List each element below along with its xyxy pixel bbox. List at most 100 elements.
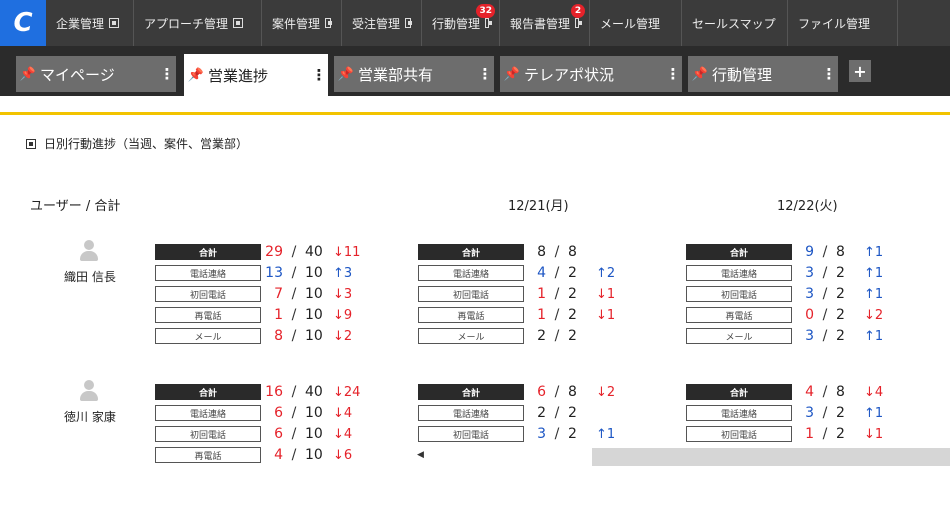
metric-label-chip[interactable]: 初回電話 — [155, 286, 261, 302]
metric-value: 29 — [265, 244, 283, 260]
metric-label-chip[interactable]: 合計 — [686, 244, 792, 260]
metric-diff-value: 11 — [343, 244, 361, 260]
user-name: 徳川 家康 — [64, 410, 116, 424]
arrow-up-icon: ↑ — [864, 244, 875, 260]
user-avatar-icon — [80, 240, 98, 262]
metric-separator: / — [291, 426, 297, 442]
metric-label-chip[interactable]: 電話連絡 — [418, 265, 524, 281]
metric-label-chip[interactable]: 電話連絡 — [686, 405, 792, 421]
metric-label-chip[interactable]: メール — [155, 328, 261, 344]
metric-diff-value: 2 — [606, 265, 616, 281]
metric-row: 初回電話 3 / 2 ↑1 — [686, 285, 904, 303]
metric-diff: ↓2 — [864, 308, 904, 323]
metric-separator: / — [822, 405, 828, 421]
arrow-down-icon: ↓ — [333, 328, 344, 344]
metric-row: 電話連絡 13 / 10 ↑3 — [155, 264, 373, 282]
metric-target: 8 — [836, 384, 845, 400]
metric-row: 再電話 4 / 10 ↓6 — [155, 446, 373, 464]
metric-label-chip[interactable]: 電話連絡 — [418, 405, 524, 421]
metric-value: 6 — [274, 405, 283, 421]
metric-diff: ↓2 — [333, 329, 373, 344]
metric-target: 10 — [305, 426, 323, 442]
metric-label-chip[interactable]: 合計 — [418, 244, 524, 260]
metric-row: 再電話 1/2 ↓1 — [418, 306, 636, 324]
metric-label-chip[interactable]: 電話連絡 — [155, 265, 261, 281]
metric-target: 40 — [305, 244, 323, 260]
metric-value: 3 — [805, 286, 814, 302]
metric-row: 電話連絡 2 / 2 — [418, 404, 636, 422]
metric-row: 電話連絡 3 / 2 ↑1 — [686, 404, 904, 422]
metric-label-chip[interactable]: 初回電話 — [418, 286, 524, 302]
metric-label-chip[interactable]: 合計 — [155, 384, 261, 400]
metric-value: 3 — [805, 265, 814, 281]
metric-label-chip[interactable]: 初回電話 — [686, 426, 792, 442]
arrow-down-icon: ↓ — [864, 307, 875, 323]
arrow-down-icon: ↓ — [596, 286, 607, 302]
metric-label-chip[interactable]: 初回電話 — [686, 286, 792, 302]
metric-target: 2 — [836, 307, 845, 323]
metric-diff-value: 1 — [606, 286, 616, 302]
metric-target: 8 — [568, 384, 577, 400]
metric-target: 8 — [568, 244, 577, 260]
metric-separator: / — [822, 426, 828, 442]
metric-separator: / — [554, 405, 560, 421]
metric-label-chip[interactable]: 再電話 — [418, 307, 524, 323]
metric-row: 電話連絡 4/2 ↑2 — [418, 264, 636, 282]
metric-value: 8 — [537, 244, 546, 260]
collapse-toggle-icon[interactable] — [26, 138, 36, 149]
column-header-day-2: 12/22(火) — [777, 199, 838, 214]
metric-label-chip[interactable]: 再電話 — [686, 307, 792, 323]
metric-target: 2 — [568, 265, 577, 281]
metric-diff: ↑1 — [864, 406, 904, 421]
metric-row: 再電話 1 / 10 ↓9 — [155, 306, 373, 324]
metric-label-chip[interactable]: メール — [418, 328, 524, 344]
metric-label-chip[interactable]: 合計 — [686, 384, 792, 400]
horizontal-scrollbar[interactable] — [592, 448, 950, 466]
metric-target: 2 — [568, 286, 577, 302]
metric-target: 2 — [836, 328, 845, 344]
metric-value: 4 — [805, 384, 814, 400]
metric-value: 6 — [274, 426, 283, 442]
metric-diff: ↓9 — [333, 308, 373, 323]
metric-separator: / — [554, 307, 560, 323]
metric-diff-value: 1 — [874, 426, 884, 442]
metric-diff: ↑1 — [596, 427, 636, 442]
metric-label-chip[interactable]: 電話連絡 — [686, 265, 792, 281]
metric-row: 合計 4/8 ↓4 — [686, 383, 904, 401]
scroll-left-arrow-icon[interactable]: ◀ — [417, 450, 424, 460]
metric-diff: ↓1 — [596, 287, 636, 302]
metric-separator: / — [822, 265, 828, 281]
metric-label-chip[interactable]: メール — [686, 328, 792, 344]
metric-separator: / — [291, 286, 297, 302]
metric-separator: / — [554, 244, 560, 260]
section-header[interactable]: 日別行動進捗（当週、案件、営業部） — [26, 135, 248, 152]
metric-label-chip[interactable]: 初回電話 — [155, 426, 261, 442]
metric-diff-value: 1 — [874, 244, 884, 260]
metric-label-chip[interactable]: 初回電話 — [418, 426, 524, 442]
metric-label-chip[interactable]: 合計 — [155, 244, 261, 260]
metric-value: 4 — [537, 265, 546, 281]
metric-diff-value: 1 — [874, 328, 884, 344]
metric-row: メール 3 / 2 ↑1 — [686, 327, 904, 345]
arrow-down-icon: ↓ — [333, 405, 344, 421]
metric-label-chip[interactable]: 再電話 — [155, 307, 261, 323]
user-avatar-icon — [80, 380, 98, 402]
metric-row: 初回電話 1/2 ↓1 — [686, 425, 904, 443]
section-title: 日別行動進捗（当週、案件、営業部） — [44, 137, 249, 151]
metric-diff: ↓11 — [333, 245, 373, 260]
metric-value: 4 — [274, 447, 283, 463]
metric-value: 16 — [265, 384, 283, 400]
metric-target: 10 — [305, 405, 323, 421]
metric-label-chip[interactable]: 再電話 — [155, 447, 261, 463]
metric-row: 電話連絡 6 / 10 ↓4 — [155, 404, 373, 422]
metric-separator: / — [291, 405, 297, 421]
metric-diff: ↑1 — [864, 266, 904, 281]
metric-diff-value: 4 — [874, 384, 884, 400]
metric-row: 合計 29 / 40 ↓11 — [155, 243, 373, 261]
metric-separator: / — [822, 286, 828, 302]
metric-label-chip[interactable]: 合計 — [418, 384, 524, 400]
column-header-user-total: ユーザー / 合計 — [30, 199, 121, 214]
metric-label-chip[interactable]: 電話連絡 — [155, 405, 261, 421]
arrow-up-icon: ↑ — [864, 265, 875, 281]
metric-value: 9 — [805, 244, 814, 260]
